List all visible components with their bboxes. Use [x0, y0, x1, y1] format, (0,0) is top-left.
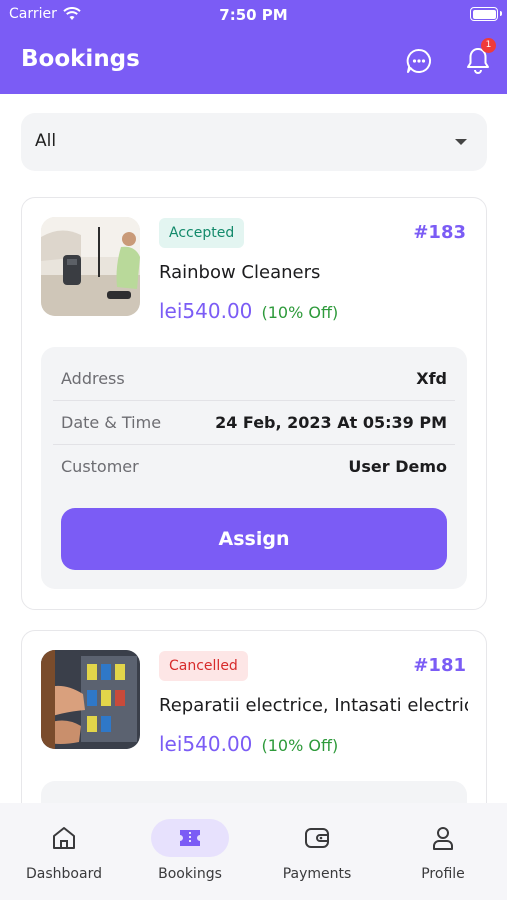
- tab-icon-container: [151, 819, 229, 857]
- detail-value: User Demo: [348, 456, 447, 476]
- detail-label: Address: [61, 368, 125, 388]
- service-name: Rainbow Cleaners: [159, 262, 321, 283]
- home-icon: [53, 827, 75, 849]
- clock: 7:50 PM: [219, 6, 288, 24]
- status-badge: Accepted: [159, 218, 245, 248]
- discount: (10% Off): [261, 303, 339, 322]
- price-row: lei540.00 (10% Off): [159, 299, 338, 323]
- page-title: Bookings: [21, 46, 140, 72]
- battery-icon: [470, 7, 502, 21]
- detail-label: Customer: [61, 456, 139, 476]
- user-icon: [433, 827, 453, 850]
- tab-label: Bookings: [158, 866, 222, 882]
- price-row: lei540.00 (10% Off): [159, 732, 338, 756]
- booking-card[interactable]: Accepted #183 Rainbow Cleaners lei540.00…: [21, 197, 487, 610]
- booking-id: #181: [413, 655, 466, 676]
- tab-icon-container: [278, 819, 356, 857]
- price: lei540.00: [159, 299, 253, 323]
- tab-profile[interactable]: Profile: [380, 803, 506, 900]
- status-badge: Cancelled: [159, 651, 248, 681]
- detail-row-address: Address Xfd: [53, 356, 455, 400]
- electrical-photo: [41, 650, 140, 749]
- booking-details-panel: Address Xfd Date & Time 24 Feb, 2023 At …: [41, 347, 467, 589]
- tab-label: Profile: [421, 866, 465, 882]
- service-name: Reparatii electrice, Intasati electrice: [159, 695, 468, 716]
- chat-icon: [406, 48, 431, 73]
- tab-icon-container: [25, 819, 103, 857]
- status-filter-dropdown[interactable]: All: [21, 113, 487, 171]
- discount: (10% Off): [261, 736, 339, 755]
- service-image: [41, 650, 140, 749]
- service-image: [41, 217, 140, 316]
- detail-label: Date & Time: [61, 412, 162, 432]
- tab-label: Payments: [282, 866, 352, 882]
- assign-button[interactable]: Assign: [61, 508, 447, 570]
- filter-selected-value: All: [35, 131, 57, 151]
- tab-payments[interactable]: Payments: [254, 803, 380, 900]
- booking-id: #183: [413, 222, 466, 243]
- ticket-icon: [180, 830, 200, 846]
- status-bar: Carrier 7:50 PM: [0, 0, 507, 30]
- detail-row-customer: Customer User Demo: [53, 444, 455, 488]
- tab-icon-container: [404, 819, 482, 857]
- notification-badge: 1: [481, 38, 496, 53]
- app-header: Carrier 7:50 PM Bookings 1: [0, 0, 507, 94]
- cleaning-photo: [41, 217, 140, 316]
- price: lei540.00: [159, 732, 253, 756]
- detail-value: Xfd: [416, 368, 447, 388]
- wallet-icon: [305, 828, 329, 848]
- detail-row-datetime: Date & Time 24 Feb, 2023 At 05:39 PM: [53, 400, 455, 444]
- detail-value: 24 Feb, 2023 At 05:39 PM: [215, 412, 447, 432]
- chat-button[interactable]: [405, 47, 433, 75]
- bottom-tab-bar: Dashboard Bookings Payments Profile: [0, 803, 507, 900]
- tab-dashboard[interactable]: Dashboard: [1, 803, 127, 900]
- tab-bookings[interactable]: Bookings: [127, 803, 253, 900]
- chevron-down-icon: [455, 139, 467, 145]
- tab-label: Dashboard: [26, 866, 102, 882]
